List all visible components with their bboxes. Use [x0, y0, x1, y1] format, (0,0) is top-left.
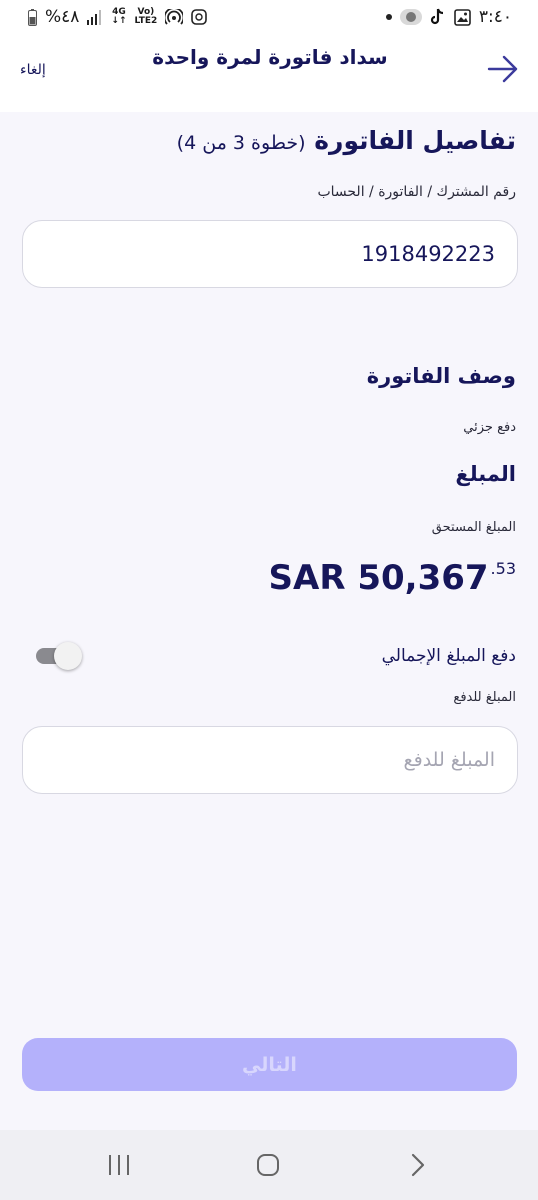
toggle-knob [54, 642, 82, 670]
pay-total-label: دفع المبلغ الإجمالي [381, 646, 516, 666]
data-saver-icon [191, 9, 208, 25]
amount-to-pay-field[interactable] [22, 726, 518, 794]
hotspot-icon [165, 9, 184, 25]
account-input[interactable] [45, 242, 495, 266]
battery-icon [28, 8, 37, 26]
home-button[interactable] [248, 1152, 288, 1182]
gallery-icon [454, 8, 471, 26]
amount-due-label: المبلغ المستحق [431, 520, 516, 535]
chevron-right-icon [410, 1153, 426, 1181]
amount-due-value: SAR 50,367 .53 [269, 558, 516, 598]
app-notification-icon [399, 8, 422, 26]
clock-time: ٣:٤٠ [478, 7, 512, 27]
recent-apps-button[interactable] [99, 1152, 139, 1182]
amount-due-main: SAR 50,367 [268, 558, 489, 598]
next-button[interactable]: التالي [22, 1038, 517, 1091]
home-icon [256, 1153, 280, 1181]
app-header: إلغاء سداد فاتورة لمرة واحدة [0, 34, 538, 112]
amount-due-cents: .53 [490, 559, 516, 578]
amount-title: المبلغ [455, 462, 516, 486]
dot-icon [385, 14, 392, 20]
status-left: %٤٨ 4G ↓↑ Vo) LTE2 [28, 7, 208, 27]
recent-apps-icon [107, 1154, 131, 1180]
tiktok-icon [430, 8, 446, 26]
step-heading: تفاصيل الفاتورة (خطوة 3 من 4) [16, 126, 516, 155]
amount-to-pay-label: المبلغ للدفع [453, 690, 516, 705]
volte-indicator: Vo) LTE2 [134, 7, 158, 26]
back-nav-button[interactable] [398, 1152, 438, 1182]
bill-description-title: وصف الفاتورة [366, 364, 516, 388]
status-right: ٣:٤٠ [385, 7, 512, 27]
amount-to-pay-input[interactable] [45, 749, 495, 771]
system-nav-bar [0, 1130, 538, 1200]
step-count: (خطوة 3 من 4) [176, 132, 306, 154]
page-title: سداد فاتورة لمرة واحدة [152, 45, 388, 69]
arrow-right-icon [487, 55, 519, 87]
cancel-link[interactable]: إلغاء [20, 62, 46, 78]
network-type: 4G ↓↑ [111, 7, 127, 26]
back-button[interactable] [486, 54, 520, 88]
status-bar: %٤٨ 4G ↓↑ Vo) LTE2 ٣:٤٠ [0, 0, 538, 34]
account-label: رقم المشترك / الفاتورة / الحساب [317, 184, 516, 200]
battery-percent: %٤٨ [45, 7, 80, 27]
pay-total-toggle[interactable] [36, 640, 82, 670]
account-field[interactable] [22, 220, 518, 288]
signal-icon [87, 9, 103, 25]
step-title: تفاصيل الفاتورة [314, 126, 516, 155]
payment-type: دفع جزئي [463, 420, 516, 435]
